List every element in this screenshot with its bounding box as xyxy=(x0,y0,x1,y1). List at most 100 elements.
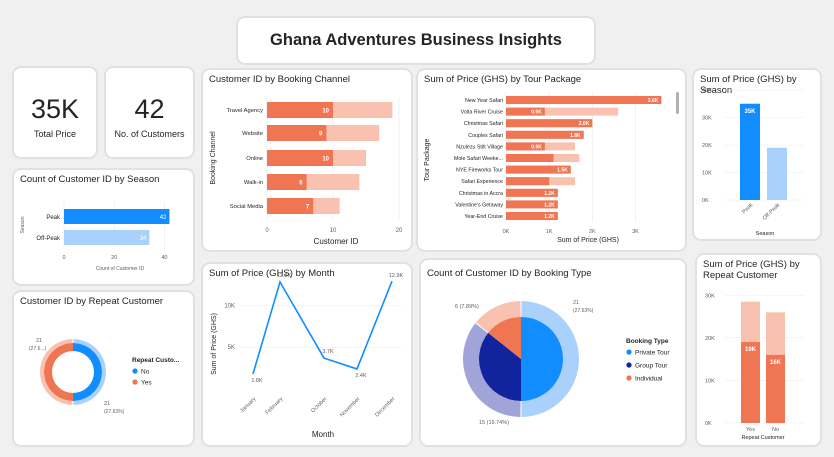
channel-x-tick: 10 xyxy=(330,228,337,234)
season-price-chart[interactable]: 0K 10K 20K 30K 40K 35K Peak Off-Peak Season xyxy=(694,70,820,239)
package-category-label: Christmas Safari xyxy=(464,121,503,127)
channel-x-tick: 0 xyxy=(265,228,269,234)
month-data-label: 3.7K xyxy=(322,349,334,355)
booking-type-label-private-pct: (27.63%) xyxy=(573,308,594,314)
season-count-card[interactable]: Count of Customer ID by Season 0 20 40 Peak… xyxy=(12,168,195,286)
package-scrollbar xyxy=(676,92,679,114)
month-x-tick: January xyxy=(239,396,257,414)
channel-category-label: Social Media xyxy=(230,204,264,210)
repeat-donut-legend-marker xyxy=(132,368,138,374)
booking-type-card[interactable]: Count of Customer ID by Booking Type 21(… xyxy=(419,258,687,447)
month-x-tick: February xyxy=(265,396,285,416)
repeat-donut-label-yes-pct: (27.63%) xyxy=(104,409,125,415)
package-value-label: 1.8K xyxy=(570,133,581,139)
month-chart[interactable]: 5K 10K 1.8K January 12.8K February 3.7K October… xyxy=(203,264,411,445)
repeat-price-value-label: 16K xyxy=(770,360,782,366)
channel-y-axis-title: Booking Channel xyxy=(210,131,217,185)
package-value-label: 0.9K xyxy=(531,110,542,116)
kpi-customers-label: No. of Customers xyxy=(114,129,185,139)
repeat-price-y-tick: 30K xyxy=(705,293,715,299)
package-value-label: 1.2K xyxy=(544,202,555,208)
package-category-label: Valentine's Getaway xyxy=(455,202,503,208)
season-count-x-tick: 40 xyxy=(161,255,167,261)
channel-value-label: 10 xyxy=(322,109,329,115)
booking-type-legend-label: Group Tour xyxy=(635,363,668,370)
month-data-label: 12.9K xyxy=(389,273,404,279)
month-y-tick: 10K xyxy=(224,303,235,309)
package-x-tick: 2K xyxy=(589,229,596,235)
header-card: Ghana Adventures Business Insights xyxy=(236,16,596,65)
booking-type-legend-marker xyxy=(626,375,632,381)
package-category-label: Volta River Cruise xyxy=(461,110,503,116)
booking-type-label-private: 21 xyxy=(573,300,579,306)
channel-category-label: Walk-in xyxy=(244,180,263,186)
kpi-customers-value: 42 xyxy=(134,94,165,124)
kpi-customers-card[interactable]: 42 No. of Customers xyxy=(104,66,195,159)
package-card[interactable]: Sum of Price (GHS) by Tour Package 0K 1K 2… xyxy=(416,68,687,252)
season-price-y-tick: 30K xyxy=(702,116,712,122)
season-price-y-tick: 0K xyxy=(702,198,709,204)
month-x-tick: November xyxy=(339,396,361,418)
month-y-axis-title: Sum of Price (GHS) xyxy=(211,313,218,375)
season-price-bar xyxy=(767,147,787,200)
repeat-donut-label-yes: 21 xyxy=(104,401,110,407)
repeat-price-chart[interactable]: 0K 10K 20K 30K 19K Yes 16K No Repeat Customer xyxy=(697,255,820,445)
channel-chart[interactable]: 0 10 20Travel Agency 10Website 9Online 10Walk… xyxy=(203,70,411,250)
package-value-label: 1.5K xyxy=(557,168,568,174)
booking-type-chart[interactable]: 21 (27.63%) 15 (19.74%) 6 (7.89%) Booking Ty… xyxy=(421,260,685,445)
season-price-y-tick: 20K xyxy=(702,143,712,149)
month-card[interactable]: Sum of Price (GHS) by Month 5K 10K 1.8K Jan… xyxy=(201,262,413,447)
repeat-price-x-tick: No xyxy=(772,427,779,433)
month-x-axis-title: Month xyxy=(312,430,334,439)
season-count-chart[interactable]: 0 20 40Peak 42Off-Peak 34Count of Customer I… xyxy=(14,170,193,284)
repeat-donut-card[interactable]: Customer ID by Repeat Customer 21 (27.6..… xyxy=(12,290,195,447)
repeat-donut-chart[interactable]: 21 (27.6...) 21 (27.63%) Repeat Custo... No Ye… xyxy=(14,292,193,445)
repeat-donut-legend-title: Repeat Custo... xyxy=(132,357,180,364)
month-y-tick: 5K xyxy=(228,345,235,351)
package-x-tick: 3K xyxy=(632,229,639,235)
month-x-tick: December xyxy=(374,396,396,418)
season-price-card[interactable]: Sum of Price (GHS) by Season 0K 10K 20K 30K… xyxy=(692,68,822,241)
repeat-price-y-tick: 10K xyxy=(705,378,715,384)
package-category-label: NYE Fireworks Tour xyxy=(456,168,503,174)
booking-type-legend-label: Individual xyxy=(635,376,663,383)
package-category-label: Nzulezu Stilt Village xyxy=(456,144,503,150)
booking-type-legend-marker xyxy=(626,349,632,355)
season-price-bar xyxy=(740,103,760,200)
month-data-label: 2.4K xyxy=(355,373,367,379)
package-chart[interactable]: 0K 1K 2K 3K New Year Safari 3.6K Volta River C… xyxy=(418,70,685,250)
package-value-label: 0.9K xyxy=(531,144,542,150)
booking-type-legend-label: Private Tour xyxy=(635,350,670,357)
channel-category-label: Website xyxy=(242,131,263,137)
package-value-label: 1.2K xyxy=(544,214,555,220)
package-category-label: Year-End Cruise xyxy=(464,214,503,220)
booking-type-label-individual: 6 (7.89%) xyxy=(455,304,479,310)
package-value-label: 2.0K xyxy=(579,121,590,127)
season-count-x-tick: 0 xyxy=(62,255,65,261)
month-data-label: 1.8K xyxy=(251,378,263,384)
channel-x-tick: 20 xyxy=(396,228,403,234)
season-price-y-tick: 10K xyxy=(702,171,712,177)
booking-type-label-group: 15 (19.74%) xyxy=(479,420,509,426)
season-count-category-label: Off-Peak xyxy=(36,236,61,242)
repeat-price-bar xyxy=(741,342,760,423)
channel-card[interactable]: Customer ID by Booking Channel 0 10 20 Trav… xyxy=(201,68,413,252)
package-bar xyxy=(506,177,550,186)
package-value-label: 3.6K xyxy=(648,98,659,104)
package-x-tick: 1K xyxy=(546,229,553,235)
package-y-axis-title: Tour Package xyxy=(424,138,431,181)
repeat-price-y-tick: 20K xyxy=(705,336,715,342)
season-count-bar xyxy=(64,209,170,224)
repeat-price-x-tick: Yes xyxy=(746,427,755,433)
package-category-label: Mole Safari Weeke... xyxy=(454,156,503,162)
repeat-price-y-tick: 0K xyxy=(705,421,712,427)
package-category-label: New Year Safari xyxy=(465,98,503,104)
booking-type-legend-title: Booking Type xyxy=(626,338,669,345)
season-count-bar xyxy=(64,230,150,245)
month-line-series xyxy=(252,280,393,375)
repeat-price-card[interactable]: Sum of Price (GHS) by Repeat Customer 0K… xyxy=(695,253,822,447)
channel-category-label: Online xyxy=(246,156,263,162)
kpi-total-price-label: Total Price xyxy=(33,129,77,139)
kpi-total-price-card[interactable]: 35K Total Price xyxy=(12,66,98,159)
package-bar xyxy=(506,154,554,162)
